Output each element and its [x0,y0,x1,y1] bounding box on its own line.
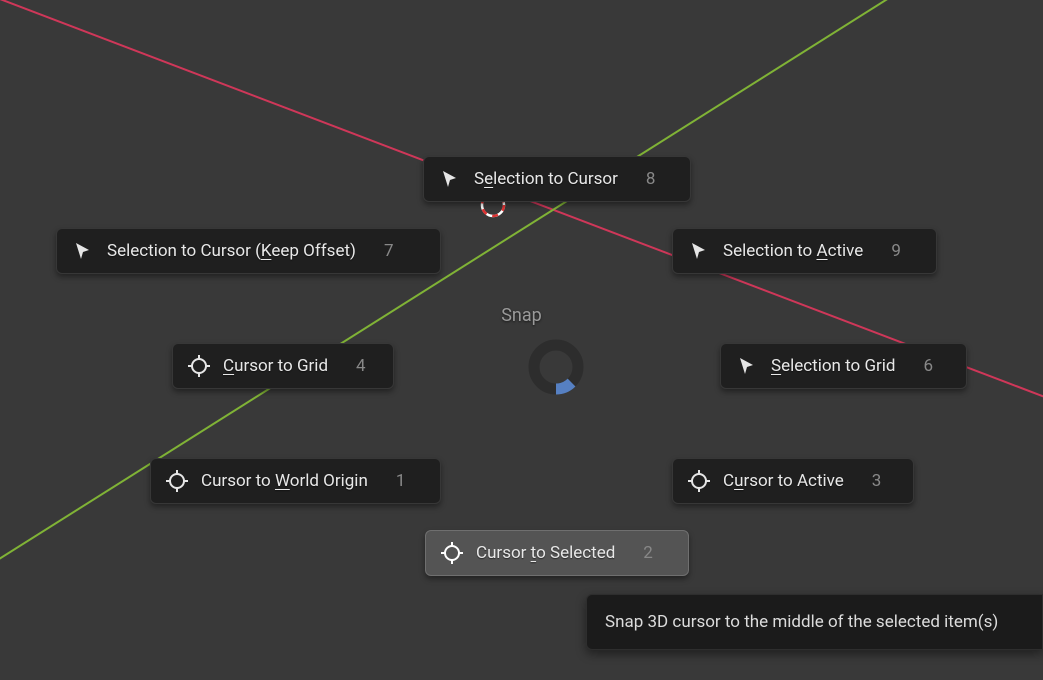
pointer-icon [687,239,711,263]
snap-cursor-to-active[interactable]: Cursor to Active 3 [672,458,914,504]
cursor-target-icon [165,469,189,493]
pie-menu-title: Snap [501,305,542,326]
menu-item-shortcut: 3 [872,471,882,491]
snap-selection-to-cursor[interactable]: Selection to Cursor 8 [423,156,691,202]
pointer-icon [735,354,759,378]
tooltip: Snap 3D cursor to the middle of the sele… [586,594,1043,650]
menu-item-label: Selection to Active [723,241,863,261]
menu-item-shortcut: 6 [924,356,934,376]
menu-item-label: Cursor to World Origin [201,471,368,491]
cursor-target-icon [687,469,711,493]
snap-cursor-to-world-origin[interactable]: Cursor to World Origin 1 [150,458,441,504]
menu-item-label: Selection to Grid [771,356,896,376]
menu-item-label: Cursor to Grid [223,356,328,376]
pointer-icon [71,239,95,263]
menu-item-label: Cursor to Active [723,471,844,491]
viewport-axes [0,0,1043,680]
snap-selection-to-active[interactable]: Selection to Active 9 [672,228,937,274]
menu-item-label: Selection to Cursor [474,169,618,189]
cursor-target-icon [187,354,211,378]
menu-item-shortcut: 8 [646,169,656,189]
pie-ring [527,338,585,396]
menu-item-shortcut: 2 [643,543,653,563]
pointer-icon [438,167,462,191]
menu-item-shortcut: 9 [891,241,901,261]
menu-item-label: Selection to Cursor (Keep Offset) [107,241,356,261]
snap-selection-to-grid[interactable]: Selection to Grid 6 [720,343,967,389]
snap-cursor-to-selected[interactable]: Cursor to Selected 2 [425,530,689,576]
menu-item-shortcut: 7 [384,241,394,261]
cursor-target-icon [440,541,464,565]
snap-cursor-to-grid[interactable]: Cursor to Grid 4 [172,343,394,389]
menu-item-label: Cursor to Selected [476,543,615,563]
menu-item-shortcut: 4 [356,356,366,376]
menu-item-shortcut: 1 [396,471,406,491]
snap-selection-to-cursor-keep-offset[interactable]: Selection to Cursor (Keep Offset) 7 [56,228,441,274]
